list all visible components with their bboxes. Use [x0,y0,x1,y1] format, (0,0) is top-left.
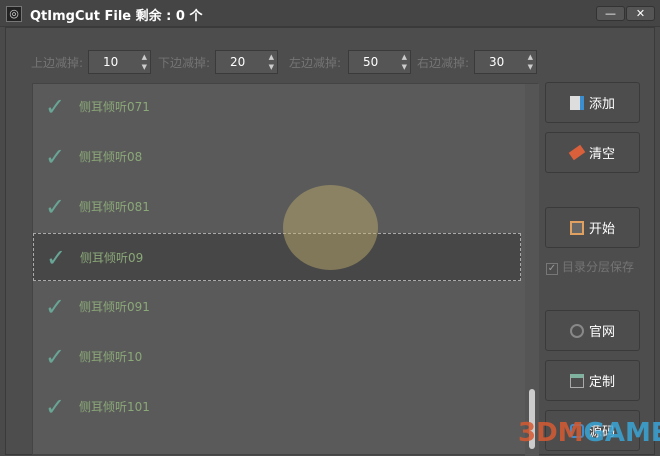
right-margin-value: 30 [489,55,505,69]
checkbox-check-icon[interactable]: ✓ [546,263,558,275]
spin-arrows-icon[interactable]: ▲ ▼ [269,52,274,72]
bottom-margin-value: 20 [230,55,246,69]
check-icon: ✓ [45,193,66,221]
left-margin-spinbox[interactable]: 50 ▲ ▼ [348,50,411,74]
file-list-item[interactable]: ✓ 侧耳倾听101 [33,383,521,431]
check-icon: ✓ [45,343,66,371]
top-margin-value: 10 [103,55,119,69]
title-bar: ◎ QtImgCut File 剩余 : 0 个 — ✕ [0,0,660,27]
file-list-item[interactable]: ✓ 侧耳倾听09 [33,233,521,281]
website-button[interactable]: 官网 [545,310,640,351]
start-label: 开始 [588,222,615,237]
file-name: 侧耳倾听101 [79,400,150,414]
custom-label: 定制 [588,375,615,390]
file-name: 侧耳倾听09 [80,251,144,265]
check-icon: ✓ [45,393,66,421]
eraser-icon [568,144,586,161]
file-name: 侧耳倾听091 [79,300,150,314]
file-name: 侧耳倾听08 [79,150,143,164]
minimize-button[interactable]: — [596,6,625,21]
file-list-item[interactable]: ✓ 侧耳倾听08 [33,133,521,181]
file-list-item[interactable]: ✓ 侧耳倾听071 [33,83,521,131]
watermark-a: 3DM [518,418,584,448]
start-icon [569,220,584,235]
spin-arrows-icon[interactable]: ▲ ▼ [402,52,407,72]
add-label: 添加 [588,97,615,112]
watermark-logo: 3DMGAME [518,418,660,448]
left-margin-value: 50 [363,55,379,69]
add-file-icon [569,95,584,110]
scrollbar[interactable] [525,84,539,456]
top-margin-label: 上边减掉: [31,56,84,70]
mascot-image [283,185,378,270]
spin-arrows-icon[interactable]: ▲ ▼ [528,52,533,72]
hierarchical-save-checkbox[interactable]: ✓ 目录分层保存 [546,258,634,275]
add-button[interactable]: 添加 [545,82,640,123]
left-margin-label: 左边减掉: [289,56,342,70]
clear-button[interactable]: 清空 [545,132,640,173]
check-icon: ✓ [45,293,66,321]
file-list-item[interactable]: ✓ 侧耳倾听091 [33,283,521,331]
check-icon: ✓ [46,244,67,272]
file-name: 侧耳倾听10 [79,350,143,364]
hierarchical-save-label: 目录分层保存 [562,260,635,274]
right-margin-label: 右边减掉: [417,56,470,70]
bottom-margin-spinbox[interactable]: 20 ▲ ▼ [215,50,278,74]
check-icon: ✓ [45,143,66,171]
website-label: 官网 [588,325,615,340]
clear-label: 清空 [588,147,615,162]
app-icon: ◎ [6,6,22,22]
right-margin-spinbox[interactable]: 30 ▲ ▼ [474,50,537,74]
file-list[interactable]: ✓ 侧耳倾听071 ✓ 侧耳倾听08 ✓ 侧耳倾听081 ✓ 侧耳倾听09 ✓ 侧耳倾听091 ✓ 侧… [32,83,539,456]
globe-icon [569,323,584,338]
bottom-margin-label: 下边减掉: [158,56,211,70]
custom-button[interactable]: 定制 [545,360,640,401]
file-name: 侧耳倾听081 [79,200,150,214]
file-name: 侧耳倾听071 [79,100,150,114]
file-list-item[interactable]: ✓ 侧耳倾听10 [33,333,521,381]
start-button[interactable]: 开始 [545,207,640,248]
file-list-item[interactable]: ✓ 侧耳倾听081 [33,183,521,231]
top-margin-spinbox[interactable]: 10 ▲ ▼ [88,50,151,74]
window-title: QtImgCut File 剩余 : 0 个 [30,9,203,24]
check-icon: ✓ [45,93,66,121]
watermark-b: GAME [583,418,660,448]
window-icon [569,373,584,388]
close-button[interactable]: ✕ [626,6,655,21]
spin-arrows-icon[interactable]: ▲ ▼ [142,52,147,72]
